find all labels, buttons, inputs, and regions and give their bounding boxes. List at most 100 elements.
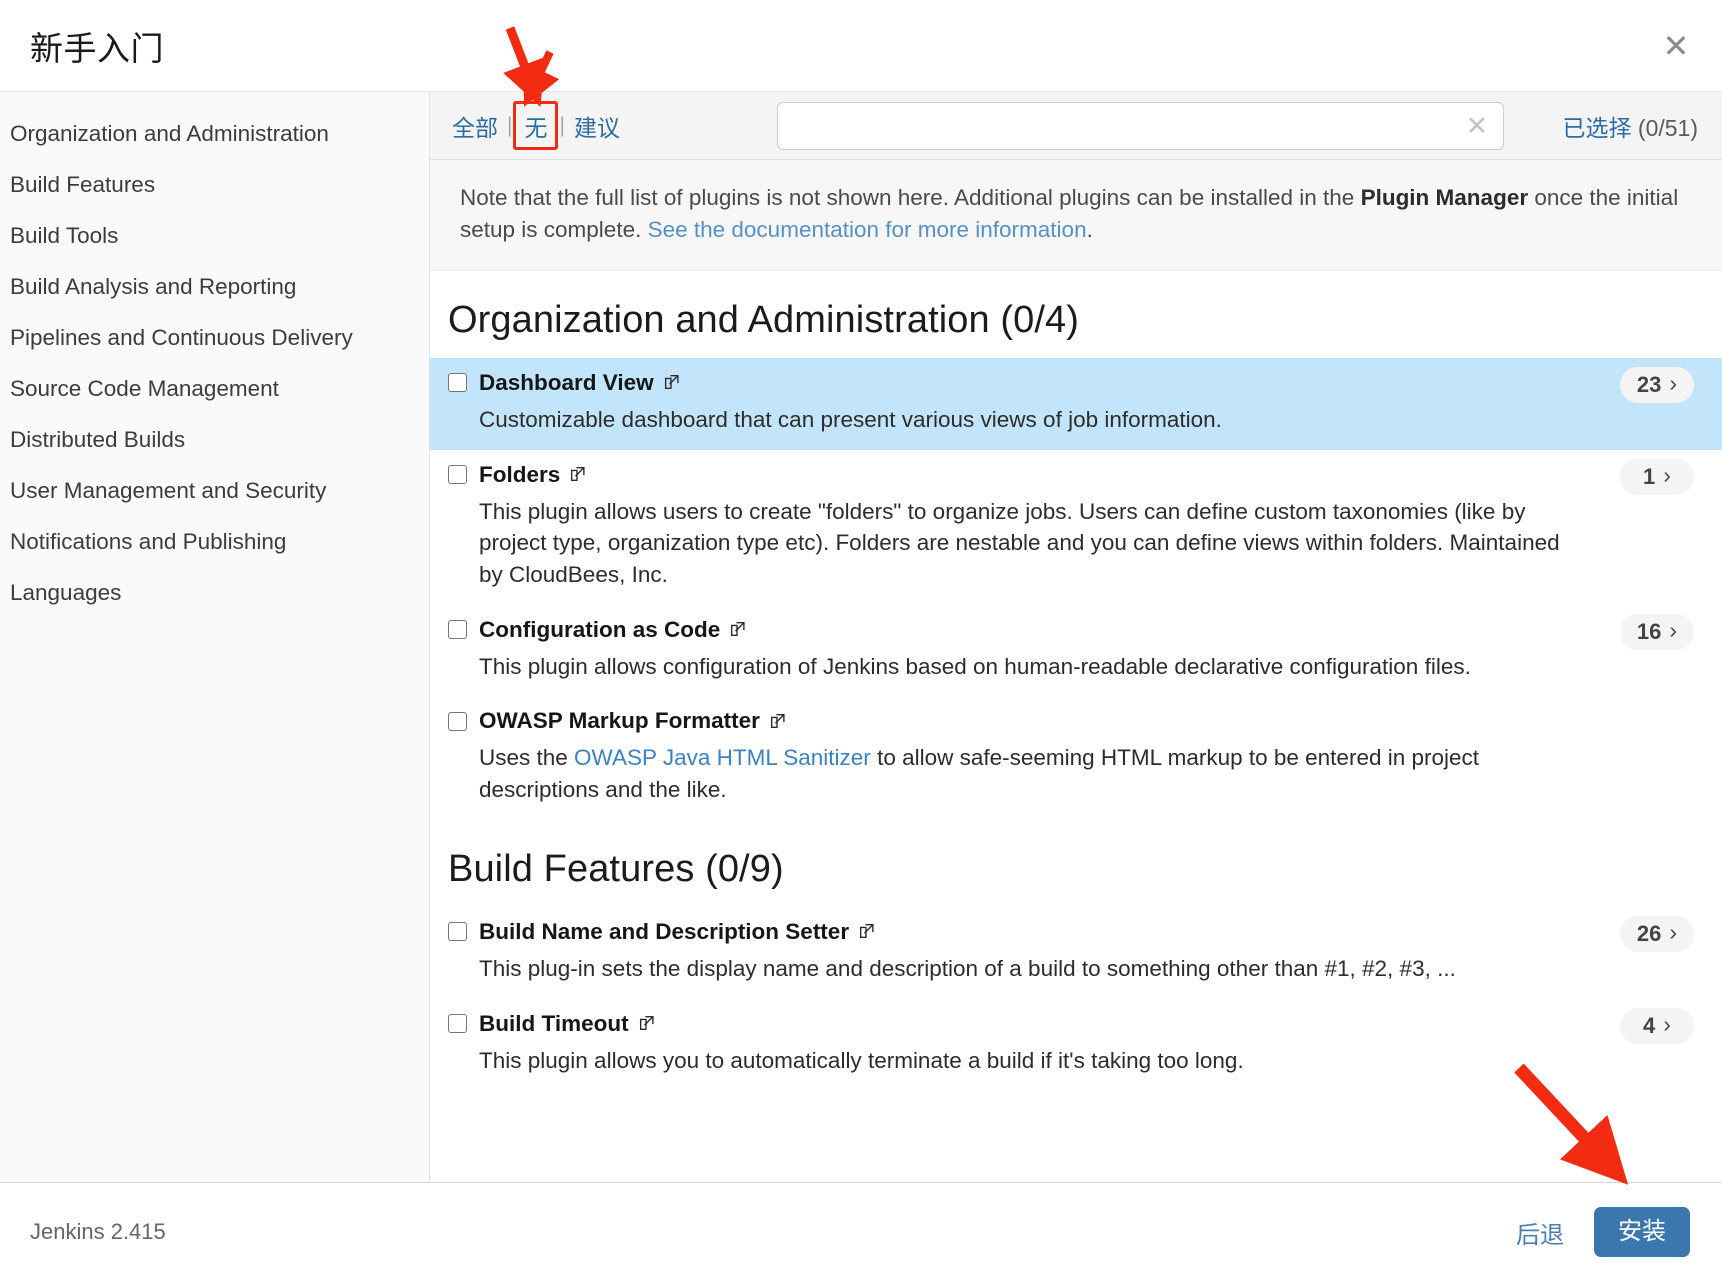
plugin-name[interactable]: Build Name and Description Setter bbox=[479, 919, 849, 945]
main-panel: 全部 | 无 | 建议 ✕ 已选择 (0/51) Note that the f… bbox=[430, 92, 1722, 1182]
plugin-header: Dashboard View bbox=[448, 370, 1572, 396]
dialog-titlebar: 新手入门 ✕ bbox=[0, 0, 1722, 92]
chevron-right-icon: › bbox=[1669, 617, 1678, 644]
plugin-dependency-badge[interactable]: 1 › bbox=[1620, 458, 1694, 495]
sidebar-item-label: Organization and Administration bbox=[10, 121, 329, 146]
notice-bold: Plugin Manager bbox=[1360, 185, 1529, 210]
plugin-description: Uses the OWASP Java HTML Sanitizer to al… bbox=[448, 736, 1572, 805]
plugin-notice: Note that the full list of plugins is no… bbox=[430, 160, 1722, 271]
plugin-name[interactable]: Build Timeout bbox=[479, 1011, 629, 1037]
notice-text-3: . bbox=[1086, 216, 1093, 242]
sidebar-item-label: Build Analysis and Reporting bbox=[10, 274, 297, 299]
plugin-name[interactable]: OWASP Markup Formatter bbox=[479, 708, 760, 734]
plugin-description: This plugin allows configuration of Jenk… bbox=[479, 653, 1471, 679]
plugin-checkbox[interactable] bbox=[448, 711, 467, 731]
plugin-name[interactable]: Dashboard View bbox=[479, 370, 654, 396]
sidebar-item-label: Pipelines and Continuous Delivery bbox=[10, 325, 353, 350]
sidebar-item-organization-and-administration[interactable]: Organization and Administration bbox=[0, 108, 429, 159]
sidebar-item-label: Build Tools bbox=[10, 223, 119, 248]
plugin-row[interactable]: OWASP Markup Formatter Uses the OWASP Jav… bbox=[430, 696, 1722, 819]
search-area: ✕ bbox=[722, 101, 1535, 150]
plugin-checkbox[interactable] bbox=[448, 620, 467, 640]
external-link-icon[interactable] bbox=[638, 1015, 655, 1032]
plugin-checkbox[interactable] bbox=[448, 922, 467, 942]
sidebar-item-label: Source Code Management bbox=[10, 376, 279, 401]
plugin-description: This plugin allows users to create "fold… bbox=[479, 498, 1560, 588]
plugin-name[interactable]: Configuration as Code bbox=[479, 617, 720, 643]
external-link-icon[interactable] bbox=[569, 466, 586, 483]
category-sidebar: Organization and Administration Build Fea… bbox=[0, 92, 430, 1182]
chevron-right-icon: › bbox=[1663, 1011, 1671, 1038]
close-icon[interactable]: ✕ bbox=[1656, 26, 1696, 66]
badge-count: 4 bbox=[1643, 1012, 1656, 1038]
external-link-icon[interactable] bbox=[663, 374, 680, 391]
clear-search-icon[interactable]: ✕ bbox=[1464, 112, 1490, 139]
tab-suggested[interactable]: 建议 bbox=[574, 109, 620, 143]
search-box: ✕ bbox=[776, 101, 1504, 150]
plugin-description: This plugin allows you to automatically … bbox=[479, 1047, 1244, 1073]
description-text-pre: Uses the bbox=[479, 745, 575, 771]
back-button[interactable]: 后退 bbox=[1516, 1215, 1564, 1250]
plugin-description: This plug-in sets the display name and d… bbox=[479, 955, 1456, 981]
plugin-checkbox[interactable] bbox=[448, 1014, 467, 1034]
plugin-row[interactable]: Build Name and Description Setter This pl… bbox=[430, 907, 1722, 999]
selected-label[interactable]: 已选择 bbox=[1563, 115, 1632, 141]
badge-count: 26 bbox=[1636, 920, 1662, 946]
plugin-header: OWASP Markup Formatter bbox=[448, 708, 1572, 734]
plugin-name[interactable]: Folders bbox=[479, 462, 560, 488]
sidebar-item-label: Build Features bbox=[10, 172, 156, 197]
sidebar-item-distributed-builds[interactable]: Distributed Builds bbox=[0, 414, 429, 465]
plugin-description: Customizable dashboard that can present … bbox=[479, 406, 1222, 432]
external-link-icon[interactable] bbox=[769, 713, 786, 730]
tab-none[interactable]: 无 bbox=[513, 100, 559, 150]
tab-separator-2: | bbox=[559, 113, 565, 137]
plugin-dependency-badge[interactable]: 4 › bbox=[1620, 1007, 1694, 1044]
badge-count: 23 bbox=[1636, 371, 1662, 397]
plugin-row[interactable]: Dashboard View Customizable dashboard tha… bbox=[430, 357, 1722, 450]
sidebar-item-label: Languages bbox=[10, 580, 122, 605]
selected-counter: 已选择 (0/51) bbox=[1535, 109, 1698, 143]
description-link[interactable]: OWASP Java HTML Sanitizer bbox=[574, 745, 871, 770]
plugin-dependency-badge[interactable]: 23 › bbox=[1620, 366, 1694, 403]
plugin-row[interactable]: Folders This plugin allows users to creat… bbox=[430, 450, 1722, 605]
plugin-list-scroll[interactable]: Note that the full list of plugins is no… bbox=[430, 160, 1722, 1182]
dialog-footer: Jenkins 2.415 后退 安装 bbox=[0, 1183, 1722, 1281]
section-title: Organization and Administration (0/4) bbox=[448, 298, 1080, 341]
sidebar-item-label: Notifications and Publishing bbox=[10, 529, 287, 554]
tab-all[interactable]: 全部 bbox=[452, 109, 498, 143]
sidebar-item-user-management-and-security[interactable]: User Management and Security bbox=[0, 465, 429, 516]
sidebar-item-languages[interactable]: Languages bbox=[0, 567, 429, 618]
plugin-row[interactable]: Build Timeout This plugin allows you to a… bbox=[430, 999, 1722, 1091]
badge-count: 1 bbox=[1643, 463, 1656, 489]
chevron-right-icon: › bbox=[1669, 919, 1678, 946]
section-title: Build Features (0/9) bbox=[448, 847, 784, 890]
documentation-link[interactable]: See the documentation for more informati… bbox=[648, 217, 1087, 242]
tab-separator-1: | bbox=[507, 113, 513, 137]
jenkins-version: Jenkins 2.415 bbox=[30, 1219, 166, 1244]
sidebar-item-build-tools[interactable]: Build Tools bbox=[0, 210, 429, 261]
chevron-right-icon: › bbox=[1663, 462, 1671, 489]
external-link-icon[interactable] bbox=[858, 923, 875, 940]
external-link-icon[interactable] bbox=[729, 621, 746, 638]
plugin-header: Folders bbox=[448, 462, 1572, 488]
plugin-checkbox[interactable] bbox=[448, 373, 467, 393]
sidebar-item-build-analysis-and-reporting[interactable]: Build Analysis and Reporting bbox=[0, 261, 429, 312]
plugin-header: Build Timeout bbox=[448, 1011, 1572, 1037]
filter-toolbar: 全部 | 无 | 建议 ✕ 已选择 (0/51) bbox=[430, 92, 1722, 160]
sidebar-item-build-features[interactable]: Build Features bbox=[0, 159, 429, 210]
sidebar-item-notifications-and-publishing[interactable]: Notifications and Publishing bbox=[0, 516, 429, 567]
badge-count: 16 bbox=[1636, 618, 1662, 644]
filter-tabs: 全部 | 无 | 建议 bbox=[452, 100, 722, 150]
sidebar-item-label: Distributed Builds bbox=[10, 427, 186, 452]
page-title: 新手入门 bbox=[30, 29, 164, 67]
search-input[interactable] bbox=[776, 101, 1504, 150]
plugin-row[interactable]: Configuration as Code This plugin allows … bbox=[430, 605, 1722, 697]
plugin-dependency-badge[interactable]: 26 › bbox=[1620, 915, 1694, 952]
plugin-dependency-badge[interactable]: 16 › bbox=[1620, 613, 1694, 650]
plugin-checkbox[interactable] bbox=[448, 465, 467, 485]
setup-wizard-dialog: 新手入门 ✕ Organization and Administration Bu… bbox=[0, 0, 1722, 1281]
install-button[interactable]: 安装 bbox=[1594, 1207, 1690, 1257]
sidebar-item-pipelines-and-continuous-delivery[interactable]: Pipelines and Continuous Delivery bbox=[0, 312, 429, 363]
plugin-header: Build Name and Description Setter bbox=[448, 919, 1572, 945]
sidebar-item-source-code-management[interactable]: Source Code Management bbox=[0, 363, 429, 414]
